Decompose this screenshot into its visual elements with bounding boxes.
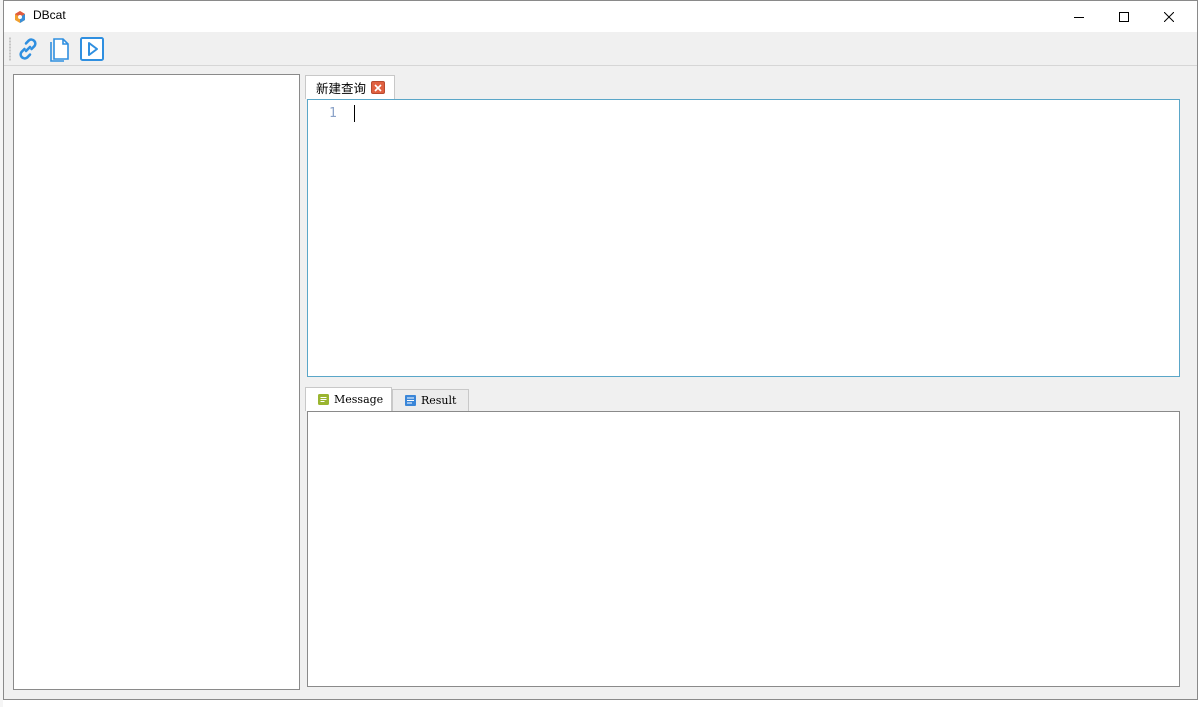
run-button[interactable] xyxy=(78,35,106,63)
message-icon xyxy=(318,394,329,405)
output-tab-bar: Message Result xyxy=(305,386,1181,411)
window-title: DBcat xyxy=(33,8,66,22)
link-icon xyxy=(19,38,37,60)
minimize-button[interactable] xyxy=(1056,1,1102,32)
app-logo-icon xyxy=(13,9,27,23)
tab-message-label: Message xyxy=(334,393,384,406)
app-window: DBcat 新建查询 1 Message Result xyxy=(3,0,1198,700)
new-file-icon xyxy=(50,38,69,62)
run-icon xyxy=(80,37,104,61)
minimize-icon xyxy=(1074,16,1084,18)
tab-message[interactable]: Message xyxy=(305,387,392,411)
tab-label: 新建查询 xyxy=(316,81,367,96)
maximize-icon xyxy=(1119,11,1129,22)
connection-tree-panel[interactable] xyxy=(13,74,300,690)
result-icon xyxy=(405,395,416,406)
message-output-panel[interactable] xyxy=(307,411,1180,687)
title-bar[interactable]: DBcat xyxy=(4,1,1197,32)
tab-new-query[interactable]: 新建查询 xyxy=(305,75,395,99)
connect-button[interactable] xyxy=(14,35,42,63)
tab-result-label: Result xyxy=(421,394,457,407)
close-icon xyxy=(1164,11,1174,22)
text-caret xyxy=(354,105,355,122)
close-button[interactable] xyxy=(1146,1,1192,32)
tab-result[interactable]: Result xyxy=(392,389,469,411)
toolbar-grip[interactable] xyxy=(9,37,11,61)
query-tab-bar: 新建查询 xyxy=(305,74,1181,99)
sql-editor[interactable]: 1 xyxy=(307,99,1180,377)
new-query-button[interactable] xyxy=(46,35,74,63)
tab-close-icon[interactable] xyxy=(371,81,386,94)
toolbar xyxy=(4,32,1197,66)
maximize-button[interactable] xyxy=(1101,1,1147,32)
line-number: 1 xyxy=(329,106,337,121)
